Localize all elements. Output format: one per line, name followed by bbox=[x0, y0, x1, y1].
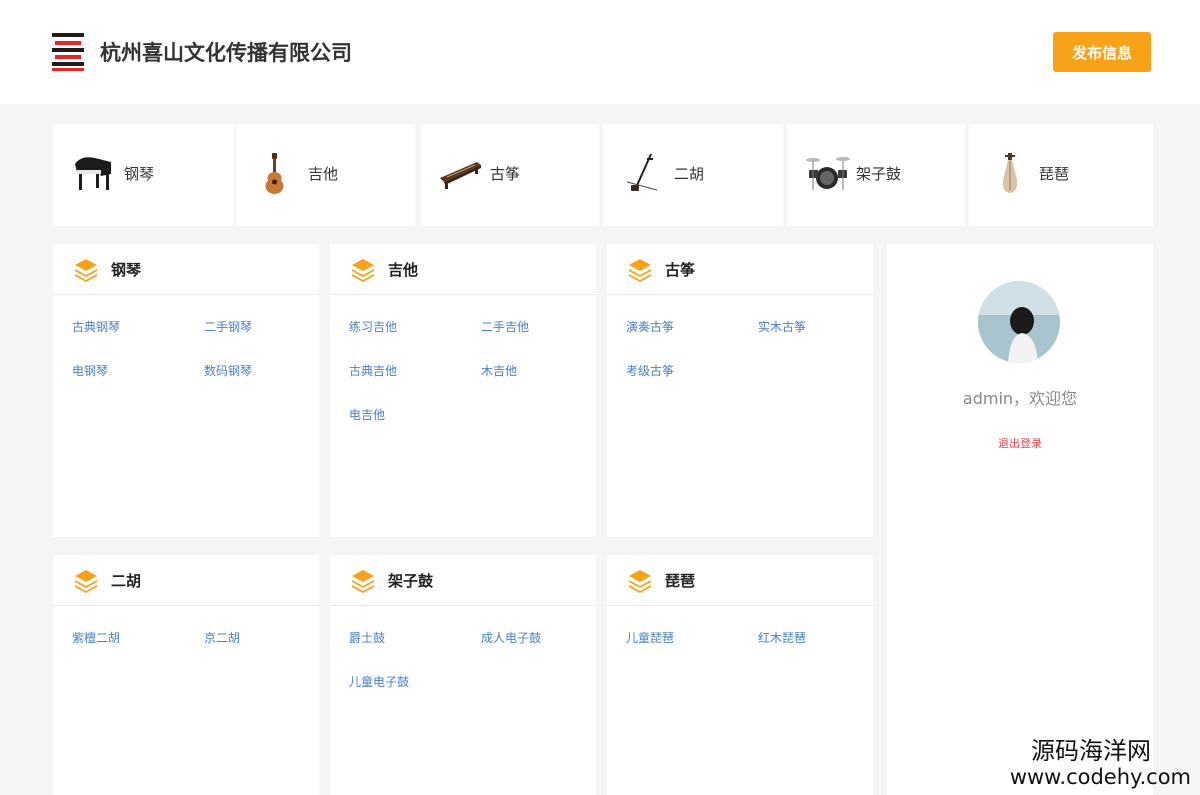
category-link[interactable]: 二手钢琴 bbox=[204, 319, 252, 335]
card-title: 架子鼓 bbox=[388, 572, 434, 590]
instrument-label: 架子鼓 bbox=[856, 165, 902, 183]
pipa-icon bbox=[1002, 153, 1018, 193]
card-header: 吉他 bbox=[330, 244, 596, 295]
layers-icon bbox=[629, 259, 651, 282]
layers-icon bbox=[75, 259, 97, 282]
category-link[interactable]: 练习吉他 bbox=[349, 319, 397, 335]
category-card-piano: 钢琴 古典钢琴 二手钢琴 电钢琴 数码钢琴 bbox=[53, 244, 319, 537]
instrument-item-pipa[interactable]: 琵琶 bbox=[969, 124, 1153, 226]
layers-icon bbox=[75, 570, 97, 593]
guitar-icon bbox=[265, 153, 284, 194]
instrument-item-erhu[interactable]: 二胡 bbox=[603, 124, 783, 226]
category-card-pipa: 琵琶 儿童琵琶 红木琵琶 bbox=[607, 555, 873, 795]
card-title: 钢琴 bbox=[111, 261, 142, 279]
card-header: 二胡 bbox=[53, 555, 319, 606]
card-header: 琵琶 bbox=[607, 555, 873, 606]
category-card-guzheng: 古筝 演奏古筝 实木古筝 考级古筝 bbox=[607, 244, 873, 537]
category-link[interactable]: 古典钢琴 bbox=[72, 319, 120, 335]
instrument-item-piano[interactable]: 钢琴 bbox=[53, 124, 234, 226]
category-card-drums: 架子鼓 爵士鼓 成人电子鼓 儿童电子鼓 bbox=[330, 555, 596, 795]
card-title: 吉他 bbox=[388, 261, 419, 279]
instrument-item-guzheng[interactable]: 古筝 bbox=[421, 124, 599, 226]
avatar bbox=[978, 281, 1060, 363]
guzheng-icon bbox=[440, 162, 481, 189]
card-title: 琵琶 bbox=[665, 572, 696, 590]
instrument-label: 钢琴 bbox=[124, 165, 155, 183]
watermark-name: 源码海洋网 bbox=[1031, 737, 1151, 765]
instrument-item-drums[interactable]: 架子鼓 bbox=[787, 124, 965, 226]
category-link[interactable]: 红木琵琶 bbox=[758, 630, 806, 646]
instrument-item-guitar[interactable]: 吉他 bbox=[236, 124, 415, 226]
category-link[interactable]: 二手吉他 bbox=[481, 319, 529, 335]
category-link[interactable]: 演奏古筝 bbox=[626, 319, 674, 335]
instrument-label: 古筝 bbox=[490, 165, 521, 183]
logout-link[interactable]: 退出登录 bbox=[887, 437, 1153, 451]
category-link[interactable]: 实木古筝 bbox=[758, 319, 806, 335]
card-title: 二胡 bbox=[111, 572, 142, 590]
company-logo bbox=[52, 33, 84, 71]
instrument-label: 吉他 bbox=[308, 165, 339, 183]
drum-kit-icon bbox=[806, 157, 850, 190]
layers-icon bbox=[352, 259, 374, 282]
layers-icon bbox=[629, 570, 651, 593]
header: 杭州喜山文化传播有限公司 发布信息 bbox=[0, 0, 1200, 104]
instrument-label: 二胡 bbox=[674, 165, 705, 183]
category-card-guitar: 吉他 练习吉他 二手吉他 古典吉他 木吉他 电吉他 bbox=[330, 244, 596, 537]
card-header: 架子鼓 bbox=[330, 555, 596, 606]
erhu-icon bbox=[626, 153, 658, 191]
category-card-erhu: 二胡 紫檀二胡 京二胡 bbox=[53, 555, 319, 795]
category-link[interactable]: 考级古筝 bbox=[626, 363, 674, 379]
category-link[interactable]: 木吉他 bbox=[481, 363, 517, 379]
company-name: 杭州喜山文化传播有限公司 bbox=[100, 41, 352, 65]
category-link[interactable]: 成人电子鼓 bbox=[481, 630, 541, 646]
watermark-url: www.codehy.com bbox=[1009, 765, 1191, 789]
category-link[interactable]: 儿童琵琶 bbox=[626, 630, 674, 646]
category-link[interactable]: 京二胡 bbox=[204, 630, 240, 646]
category-link[interactable]: 紫檀二胡 bbox=[72, 630, 120, 646]
card-header: 古筝 bbox=[607, 244, 873, 295]
welcome-text: admin，欢迎您 bbox=[962, 389, 1078, 408]
instrument-label: 琵琶 bbox=[1039, 165, 1070, 183]
site-watermark: 源码海洋网 www.codehy.com bbox=[980, 736, 1195, 793]
card-title: 古筝 bbox=[665, 261, 696, 279]
category-link[interactable]: 古典吉他 bbox=[349, 363, 397, 379]
card-header: 钢琴 bbox=[53, 244, 319, 295]
piano-icon bbox=[75, 157, 111, 190]
instrument-bar: 钢琴 吉他 古筝 二胡 架子鼓 琵琶 bbox=[53, 124, 1153, 226]
category-link[interactable]: 爵士鼓 bbox=[349, 630, 385, 646]
user-panel: admin，欢迎您 退出登录 bbox=[887, 244, 1153, 795]
category-link[interactable]: 数码钢琴 bbox=[204, 363, 252, 379]
layers-icon bbox=[352, 570, 374, 593]
category-link[interactable]: 电钢琴 bbox=[72, 363, 108, 379]
category-link[interactable]: 电吉他 bbox=[349, 407, 385, 423]
publish-button[interactable]: 发布信息 bbox=[1053, 32, 1151, 72]
category-link[interactable]: 儿童电子鼓 bbox=[349, 674, 409, 690]
